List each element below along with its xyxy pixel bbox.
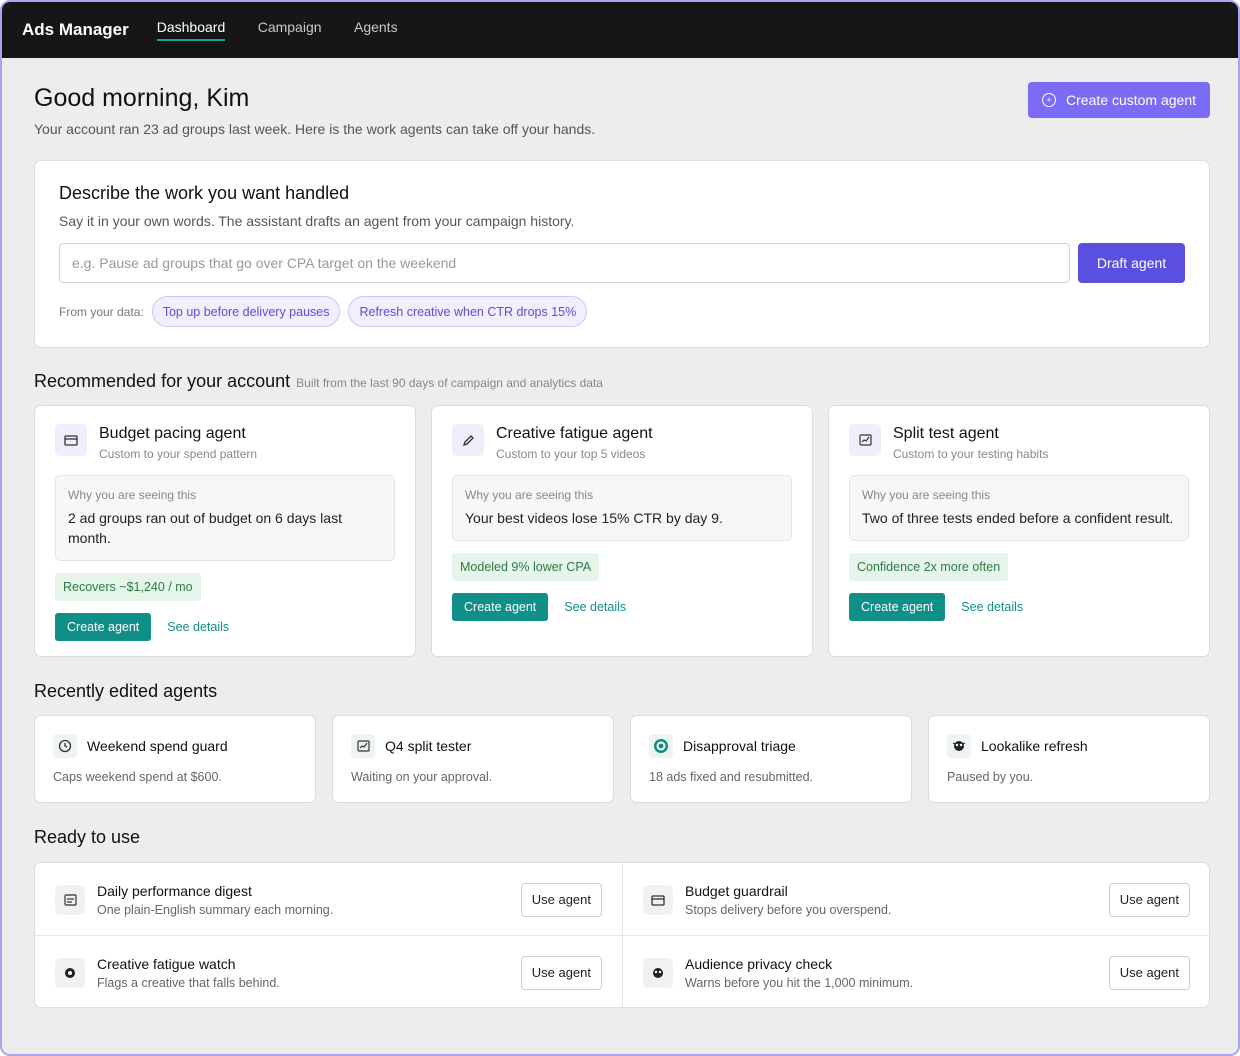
ready-agent-title: Audience privacy check — [685, 955, 833, 972]
rec-card-title: Creative fatigue agent — [496, 425, 653, 442]
recent-agent-card[interactable]: Lookalike refresh Paused by you. — [928, 715, 1210, 803]
why-label: Why you are seeing this — [862, 488, 991, 502]
from-data-label: From your data: — [59, 304, 144, 319]
recent-agent-card[interactable]: Q4 split tester Waiting on your approval… — [332, 715, 614, 803]
draft-agent-button[interactable]: Draft agent — [1078, 243, 1185, 283]
shield-icon — [643, 957, 673, 988]
target-icon — [649, 734, 673, 758]
page-subtitle: Your account ran 23 ad groups last week.… — [34, 121, 596, 137]
chart-icon — [351, 734, 375, 758]
ready-agent-title: Creative fatigue watch — [97, 955, 236, 972]
create-agent-button[interactable]: Create agent — [55, 613, 152, 641]
why-text: Your best videos lose 15% CTR by day 9. — [465, 510, 723, 526]
bug-icon — [947, 734, 971, 758]
describe-work-input[interactable]: e.g. Pause ad groups that go over CPA ta… — [59, 243, 1070, 283]
use-agent-button[interactable]: Use agent — [520, 882, 602, 917]
recent-agent-title: Q4 split tester — [385, 738, 472, 754]
why-box: Why you are seeing this Your best videos… — [452, 475, 792, 541]
ready-agent-title: Budget guardrail — [685, 882, 788, 899]
clock-icon — [53, 734, 77, 758]
rec-card-subtitle: Custom to your top 5 videos — [496, 447, 646, 461]
ready-agent-item: Audience privacy check Warns before you … — [623, 936, 1210, 1009]
ready-agent-item: Budget guardrail Stops delivery before y… — [623, 863, 1210, 936]
recent-agent-card[interactable]: Weekend spend guard Caps weekend spend a… — [34, 715, 316, 803]
create-custom-agent-label: Create custom agent — [1066, 92, 1196, 108]
suggestion-chip[interactable]: Top up before delivery pauses — [151, 296, 341, 327]
why-box: Why you are seeing this Two of three tes… — [849, 475, 1189, 541]
recent-agent-desc: 18 ads fixed and resubmitted. — [649, 770, 813, 784]
rec-card-title: Split test agent — [893, 425, 999, 442]
calendar-icon — [55, 884, 85, 915]
rec-card-subtitle: Custom to your testing habits — [893, 447, 1049, 461]
nav-tab-campaign[interactable]: Campaign — [258, 19, 322, 41]
recent-agent-card[interactable]: Disapproval triage 18 ads fixed and resu… — [630, 715, 912, 803]
app-title: Ads Manager — [22, 20, 129, 39]
ready-agent-item: Daily performance digest One plain-Engli… — [35, 863, 622, 936]
ready-section-title: Ready to use — [34, 827, 141, 847]
why-box: Why you are seeing this 2 ad groups ran … — [55, 475, 395, 561]
ready-agents-panel: Daily performance digest One plain-Engli… — [34, 862, 1210, 1008]
create-agent-button[interactable]: Create agent — [452, 593, 549, 621]
suggestion-chip[interactable]: Refresh creative when CTR drops 15% — [348, 296, 588, 327]
rec-card-subtitle: Custom to your spend pattern — [99, 447, 258, 461]
page-title: Good morning, Kim — [34, 84, 250, 112]
recommendation-card-creative-fatigue: Creative fatigue agent Custom to your to… — [431, 405, 813, 657]
plus-circle-icon: + — [1042, 93, 1057, 107]
recent-agent-desc: Paused by you. — [947, 770, 1034, 784]
recommended-title: Recommended for your account — [34, 371, 291, 391]
recommended-section-title: Recommended for your account Built from t… — [34, 371, 603, 392]
recent-agent-title: Weekend spend guard — [87, 738, 228, 754]
recent-agent-desc: Caps weekend spend at $600. — [53, 770, 222, 784]
nav-tab-dashboard[interactable]: Dashboard — [156, 19, 226, 41]
eye-icon — [55, 957, 85, 988]
pencil-icon — [452, 424, 484, 456]
why-text: 2 ad groups ran out of budget on 6 days … — [68, 510, 342, 546]
describe-subtitle: Say it in your own words. The assistant … — [59, 213, 575, 229]
rec-card-title: Budget pacing agent — [99, 425, 246, 442]
recent-section-title: Recently edited agents — [34, 681, 218, 701]
create-custom-agent-button[interactable]: + Create custom agent — [1028, 82, 1210, 118]
app-window: Ads Manager Dashboard Campaign Agents Go… — [0, 0, 1240, 1056]
impact-badge: Confidence 2x more often — [849, 553, 1009, 581]
create-agent-button[interactable]: Create agent — [849, 593, 946, 621]
why-text: Two of three tests ended before a confid… — [862, 510, 1174, 526]
recommendation-card-budget-pacing: Budget pacing agent Custom to your spend… — [34, 405, 416, 657]
use-agent-button[interactable]: Use agent — [1108, 955, 1190, 990]
use-agent-button[interactable]: Use agent — [520, 955, 602, 990]
recent-agent-title: Lookalike refresh — [981, 738, 1088, 754]
describe-title: Describe the work you want handled — [59, 183, 350, 203]
ready-agent-title: Daily performance digest — [97, 882, 252, 899]
recommendation-card-split-test: Split test agent Custom to your testing … — [828, 405, 1210, 657]
main-nav: Dashboard Campaign Agents — [156, 19, 426, 41]
ready-agent-desc: Warns before you hit the 1,000 minimum. — [685, 975, 914, 990]
recommended-hint: Built from the last 90 days of campaign … — [296, 376, 603, 390]
recent-agent-desc: Waiting on your approval. — [351, 770, 493, 784]
see-details-link[interactable]: See details — [961, 600, 1023, 614]
see-details-link[interactable]: See details — [167, 620, 229, 634]
why-label: Why you are seeing this — [68, 488, 197, 502]
ready-agent-desc: Stops delivery before you overspend. — [685, 902, 892, 917]
impact-badge: Recovers ~$1,240 / mo — [55, 573, 201, 601]
chart-icon — [849, 424, 881, 456]
top-nav-bar: Ads Manager Dashboard Campaign Agents — [2, 2, 1238, 58]
impact-badge: Modeled 9% lower CPA — [452, 553, 600, 581]
ready-agent-item: Creative fatigue watch Flags a creative … — [35, 936, 622, 1009]
ready-agent-desc: One plain-English summary each morning. — [97, 902, 334, 917]
see-details-link[interactable]: See details — [564, 600, 626, 614]
recent-agent-title: Disapproval triage — [683, 738, 796, 754]
use-agent-button[interactable]: Use agent — [1108, 882, 1190, 917]
wallet-icon — [643, 884, 673, 915]
ready-agent-desc: Flags a creative that falls behind. — [97, 975, 280, 990]
describe-work-card: Describe the work you want handled Say i… — [34, 160, 1210, 348]
suggestion-chips: From your data: Top up before delivery p… — [59, 296, 1185, 327]
wallet-icon — [55, 424, 87, 456]
nav-tab-agents[interactable]: Agents — [354, 19, 398, 41]
why-label: Why you are seeing this — [465, 488, 594, 502]
